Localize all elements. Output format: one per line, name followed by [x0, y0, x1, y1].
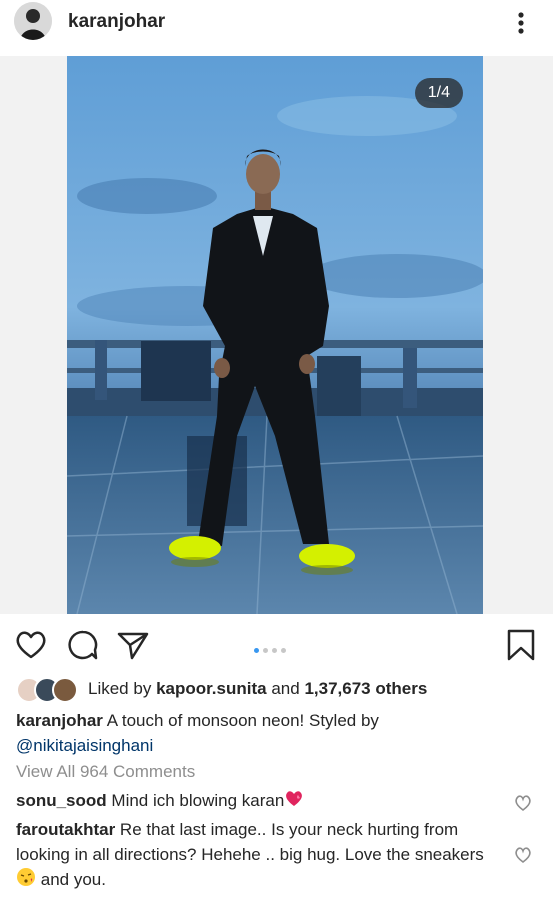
- liker-username[interactable]: kapoor.sunita: [156, 679, 267, 699]
- comment-author[interactable]: sonu_sood: [16, 791, 107, 810]
- comment-text-end: and you.: [40, 870, 106, 889]
- avatar: [52, 677, 78, 703]
- comment-bubble-icon[interactable]: [66, 628, 100, 662]
- heart-icon: [284, 789, 304, 814]
- comment-item: faroutakhtar Re that last image.. Is you…: [16, 817, 496, 894]
- carousel-dot: [272, 648, 277, 653]
- post-username[interactable]: karanjohar: [68, 11, 165, 33]
- more-options-icon[interactable]: [511, 8, 531, 38]
- carousel-dot-active: [254, 648, 259, 653]
- likes-and: and: [271, 679, 300, 698]
- caption-text: A touch of monsoon neon! Styled by: [106, 711, 379, 730]
- post-header: karanjohar: [0, 0, 553, 56]
- avatar[interactable]: [14, 2, 52, 40]
- post-caption: karanjohar A touch of monsoon neon! Styl…: [16, 708, 516, 758]
- caption-mention[interactable]: @nikitajaisinghani: [16, 736, 153, 755]
- share-send-icon[interactable]: [116, 628, 150, 662]
- likes-row[interactable]: Liked by kapoor.sunita and 1,37,673 othe…: [16, 676, 427, 703]
- carousel-dot: [263, 648, 268, 653]
- comment-like-icon[interactable]: [514, 794, 532, 812]
- comment-item: sonu_sood Mind ich blowing karan: [16, 788, 496, 814]
- post-photo[interactable]: 1/4: [67, 56, 483, 614]
- comment-text: Mind ich blowing karan: [111, 791, 285, 810]
- post-media-area: 1/4: [0, 56, 553, 614]
- likes-prefix: Liked by: [88, 679, 152, 698]
- view-all-comments-link[interactable]: View All 964 Comments: [16, 762, 195, 782]
- save-bookmark-icon[interactable]: [504, 628, 538, 662]
- kiss-face-icon: [16, 867, 36, 894]
- carousel-dots: [254, 640, 290, 658]
- like-heart-icon[interactable]: [14, 628, 48, 662]
- comment-like-icon[interactable]: [514, 846, 532, 864]
- caption-author[interactable]: karanjohar: [16, 711, 103, 730]
- likes-count[interactable]: 1,37,673 others: [304, 679, 427, 699]
- carousel-counter: 1/4: [414, 78, 463, 108]
- action-bar: [0, 616, 553, 672]
- liker-avatars: [16, 677, 80, 703]
- carousel-dot: [281, 648, 286, 653]
- comment-author[interactable]: faroutakhtar: [16, 820, 115, 839]
